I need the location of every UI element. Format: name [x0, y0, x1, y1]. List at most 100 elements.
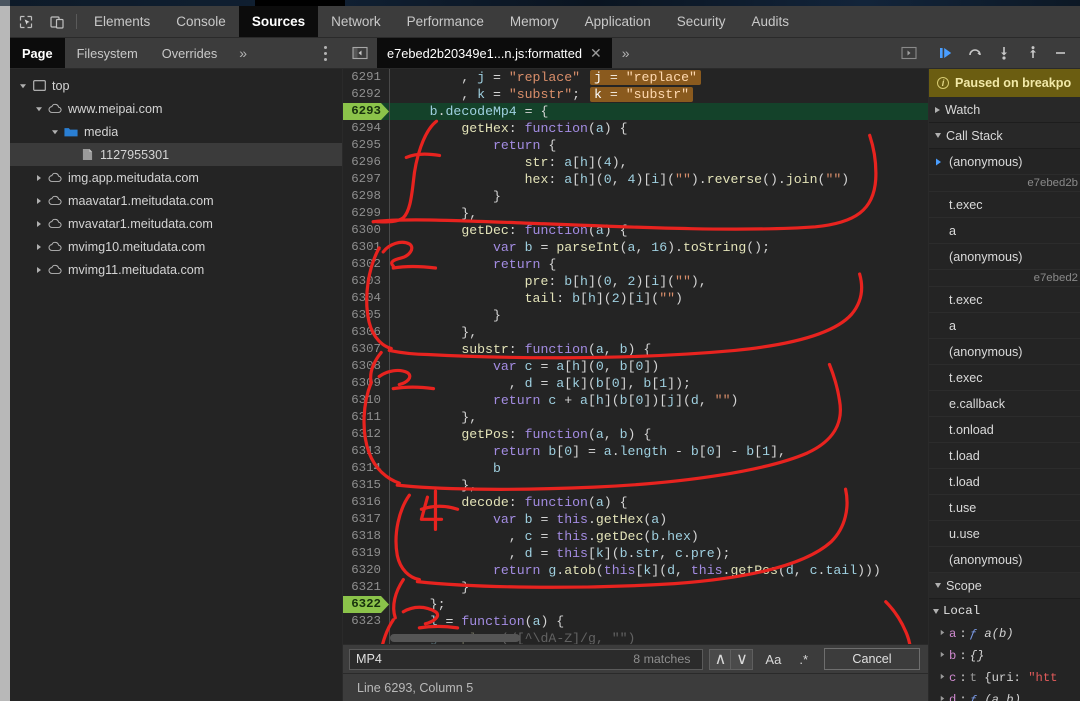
- chevron-right-icon[interactable]: [32, 243, 46, 251]
- call-stack-frame[interactable]: t.use: [929, 495, 1080, 521]
- chevron-right-icon[interactable]: [32, 197, 46, 205]
- close-icon[interactable]: ✕: [590, 45, 602, 62]
- code-line[interactable]: 6316 decode: function(a) {: [343, 494, 928, 511]
- call-stack-frame[interactable]: (anonymous): [929, 149, 1080, 175]
- line-number-gutter[interactable]: 6318: [343, 528, 389, 545]
- line-number-gutter[interactable]: 6316: [343, 494, 389, 511]
- call-stack-frame[interactable]: t.exec: [929, 192, 1080, 218]
- scope-variable-row[interactable]: a:ƒ a(b): [929, 623, 1080, 645]
- tree-item-mvimg10-meitudata-com[interactable]: mvimg10.meitudata.com: [10, 235, 342, 258]
- code-line[interactable]: 6293 b.decodeMp4 = {: [343, 103, 928, 120]
- more-navigator-tabs-icon[interactable]: »: [229, 38, 257, 68]
- search-next-button[interactable]: ∨: [731, 648, 754, 670]
- device-toolbar-icon[interactable]: [41, 6, 72, 37]
- chevron-right-icon[interactable]: [939, 673, 946, 683]
- tree-item-top[interactable]: top: [10, 74, 342, 97]
- code-line[interactable]: 6297 hex: a[h](0, 4)[i]("").reverse().jo…: [343, 171, 928, 188]
- chevron-down-icon[interactable]: [16, 82, 30, 90]
- line-number-gutter[interactable]: 6315: [343, 477, 389, 494]
- code-line[interactable]: 6312 getPos: function(a, b) {: [343, 426, 928, 443]
- tree-item-media[interactable]: media: [10, 120, 342, 143]
- resume-script-execution-icon[interactable]: [932, 40, 959, 67]
- cancel-button[interactable]: Cancel: [824, 648, 920, 670]
- show-navigator-icon[interactable]: [343, 38, 377, 68]
- regex-button[interactable]: .*: [793, 652, 814, 667]
- line-number-gutter[interactable]: 6312: [343, 426, 389, 443]
- navigator-more-options-icon[interactable]: [315, 38, 335, 68]
- scope-variable-row[interactable]: b:{}: [929, 645, 1080, 667]
- section-scope[interactable]: Scope: [929, 573, 1080, 599]
- code-line[interactable]: 6317 var b = this.getHex(a): [343, 511, 928, 528]
- code-line[interactable]: 6291 , j = "replace" j = "replace": [343, 69, 928, 86]
- tab-page[interactable]: Page: [10, 38, 65, 68]
- code-viewport[interactable]: 6291 , j = "replace" j = "replace" 6292 , …: [343, 69, 928, 644]
- code-line[interactable]: 6295 return {: [343, 137, 928, 154]
- tree-item-mvavatar1-meitudata-com[interactable]: mvavatar1.meitudata.com: [10, 212, 342, 235]
- code-line[interactable]: 6319 , d = this[k](b.str, c.pre);: [343, 545, 928, 562]
- code-line[interactable]: 6313 return b[0] = a.length - b[0] - b[1…: [343, 443, 928, 460]
- code-line[interactable]: 6305 }: [343, 307, 928, 324]
- chevron-right-icon[interactable]: [32, 174, 46, 182]
- tree-item-img-app-meitudata-com[interactable]: img.app.meitudata.com: [10, 166, 342, 189]
- line-number-gutter[interactable]: 6321: [343, 579, 389, 596]
- call-stack-frame[interactable]: t.onload: [929, 417, 1080, 443]
- chevron-down-icon[interactable]: [32, 105, 46, 113]
- search-prev-button[interactable]: ∧: [709, 648, 732, 670]
- line-number-gutter[interactable]: 6320: [343, 562, 389, 579]
- code-line[interactable]: 6321 }: [343, 579, 928, 596]
- step-icon[interactable]: [1048, 40, 1075, 67]
- line-number-gutter[interactable]: 6297: [343, 171, 389, 188]
- line-number-gutter[interactable]: 6310: [343, 392, 389, 409]
- tree-item-1127955301[interactable]: 1127955301: [10, 143, 342, 166]
- step-over-icon[interactable]: [961, 40, 988, 67]
- code-line[interactable]: 6301 var b = parseInt(a, 16).toString();: [343, 239, 928, 256]
- match-case-button[interactable]: Aa: [759, 652, 787, 667]
- code-line[interactable]: 6314 b: [343, 460, 928, 477]
- tab-application[interactable]: Application: [572, 6, 664, 37]
- call-stack-frame[interactable]: a: [929, 218, 1080, 244]
- search-field-wrapper[interactable]: 8 matches: [349, 648, 704, 670]
- tab-overrides[interactable]: Overrides: [150, 38, 229, 68]
- tab-filesystem[interactable]: Filesystem: [65, 38, 150, 68]
- line-number-gutter[interactable]: 6293: [343, 103, 389, 120]
- call-stack-frame[interactable]: t.exec: [929, 287, 1080, 313]
- code-line[interactable]: 6303 pre: b[h](0, 2)[i](""),: [343, 273, 928, 290]
- chevron-right-icon[interactable]: [939, 651, 946, 661]
- call-stack-frame[interactable]: (anonymous): [929, 244, 1080, 270]
- chevron-right-icon[interactable]: [939, 695, 946, 701]
- scope-variable-row[interactable]: c:t {uri: "htt: [929, 667, 1080, 689]
- line-number-gutter[interactable]: 6296: [343, 154, 389, 171]
- line-number-gutter[interactable]: 6309: [343, 375, 389, 392]
- section-watch[interactable]: Watch: [929, 97, 1080, 123]
- breakpoint-marker[interactable]: 6322: [343, 596, 389, 613]
- line-number-gutter[interactable]: 6292: [343, 86, 389, 103]
- editor-tab-file[interactable]: e7ebed2b20349e1...n.js:formatted ✕: [377, 38, 612, 68]
- tab-memory[interactable]: Memory: [497, 6, 572, 37]
- line-number-gutter[interactable]: 6295: [343, 137, 389, 154]
- code-line[interactable]: 6309 , d = a[k](b[0], b[1]);: [343, 375, 928, 392]
- line-number-gutter[interactable]: 6299: [343, 205, 389, 222]
- tab-sources[interactable]: Sources: [238, 6, 319, 37]
- call-stack-frame[interactable]: e.callback: [929, 391, 1080, 417]
- code-line[interactable]: 6322 };: [343, 596, 928, 613]
- line-number-gutter[interactable]: 6301: [343, 239, 389, 256]
- call-stack-frame[interactable]: u.use: [929, 521, 1080, 547]
- code-line[interactable]: 6307 substr: function(a, b) {: [343, 341, 928, 358]
- tab-performance[interactable]: Performance: [394, 6, 497, 37]
- line-number-gutter[interactable]: 6298: [343, 188, 389, 205]
- scope-variable-row[interactable]: d:ƒ (a.b): [929, 689, 1080, 701]
- line-number-gutter[interactable]: 6307: [343, 341, 389, 358]
- code-line[interactable]: 6308 var c = a[h](0, b[0]): [343, 358, 928, 375]
- chevron-right-icon[interactable]: [32, 266, 46, 274]
- line-number-gutter[interactable]: 6303: [343, 273, 389, 290]
- inspect-element-icon[interactable]: [10, 6, 41, 37]
- call-stack-frame[interactable]: (anonymous): [929, 547, 1080, 573]
- chevron-down-icon[interactable]: [48, 128, 62, 136]
- call-stack-frame[interactable]: t.load: [929, 469, 1080, 495]
- line-number-gutter[interactable]: 6319: [343, 545, 389, 562]
- section-call-stack[interactable]: Call Stack: [929, 123, 1080, 149]
- tab-audits[interactable]: Audits: [739, 6, 803, 37]
- tree-item-www-meipai-com[interactable]: www.meipai.com: [10, 97, 342, 120]
- code-line[interactable]: 6311 },: [343, 409, 928, 426]
- tab-network[interactable]: Network: [318, 6, 394, 37]
